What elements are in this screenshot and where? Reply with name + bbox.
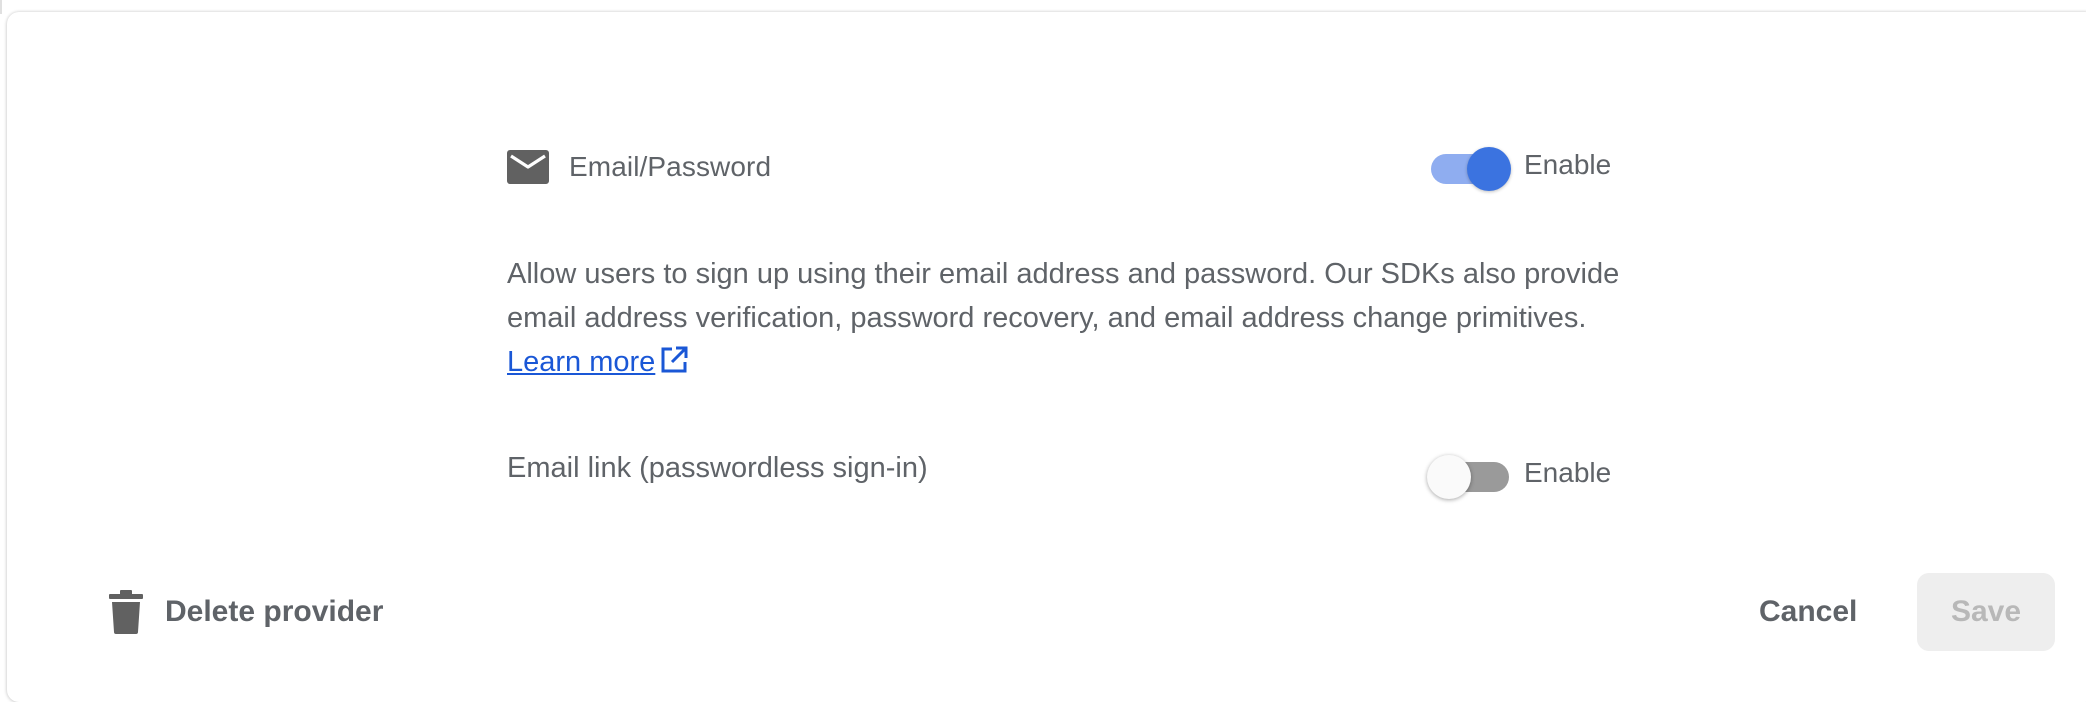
toggle-knob — [1427, 455, 1471, 499]
email-password-enable-label: Enable — [1524, 149, 1612, 180]
provider-title: Email/Password — [569, 151, 772, 182]
learn-more-link[interactable]: Learn more — [507, 346, 655, 378]
email-link-enable-label: Enable — [1524, 457, 1612, 488]
trash-icon — [109, 590, 143, 634]
email-link-label: Email link (passwordless sign-in) — [507, 452, 928, 484]
cancel-button[interactable]: Cancel — [1747, 582, 1869, 642]
delete-provider-button[interactable]: Delete provider — [109, 588, 383, 636]
provider-config-panel: Email/Password Enable Allow users to sig… — [7, 12, 2086, 702]
delete-provider-label: Delete provider — [165, 595, 384, 628]
provider-header: Email/Password — [507, 142, 771, 192]
email-link-enable-toggle[interactable] — [1427, 448, 1511, 499]
description-text: Allow users to sign up using their email… — [507, 258, 1620, 334]
email-password-enable-toggle[interactable] — [1427, 140, 1511, 191]
save-button[interactable]: Save — [1917, 573, 2055, 651]
open-in-new-icon[interactable] — [659, 345, 689, 375]
toggle-knob — [1467, 147, 1511, 191]
mail-icon — [507, 150, 549, 184]
provider-description: Allow users to sign up using their email… — [507, 252, 1637, 384]
